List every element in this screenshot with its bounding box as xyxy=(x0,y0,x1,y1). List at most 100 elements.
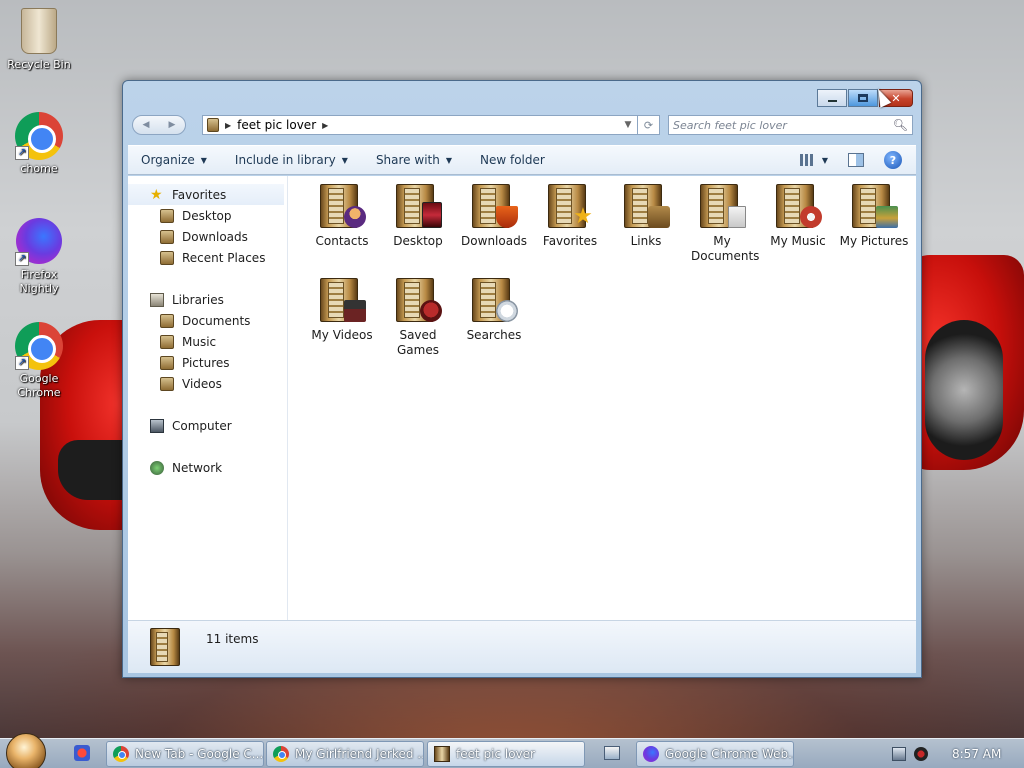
refresh-button[interactable]: ⟳ xyxy=(638,115,660,135)
folder-label: Favorites xyxy=(542,234,598,248)
item-count: 11 items xyxy=(206,632,259,646)
chevron-down-icon[interactable]: ▼ xyxy=(822,156,828,165)
folder-label: Links xyxy=(630,234,662,248)
nav-item-videos[interactable]: Videos xyxy=(128,373,287,394)
nav-item-documents[interactable]: Documents xyxy=(128,310,287,331)
folder-label: Searches xyxy=(466,328,522,342)
folder-item-my-videos[interactable]: My Videos xyxy=(304,276,380,358)
search-box[interactable]: 🔍︎ xyxy=(668,115,913,135)
include-in-library-menu[interactable]: Include in library ▼ xyxy=(235,153,348,167)
back-forward-buttons[interactable]: ◀ ▶ xyxy=(132,115,186,135)
nav-item-music[interactable]: Music xyxy=(128,331,287,352)
search-input[interactable] xyxy=(673,118,893,132)
new-folder-label: New folder xyxy=(480,153,545,167)
folder-item-downloads[interactable]: Downloads xyxy=(456,182,532,264)
forward-arrow-icon[interactable]: ▶ xyxy=(169,120,176,130)
taskbar-button-chrome-tab[interactable]: My Girlfriend Jerked ... xyxy=(266,741,424,767)
new-folder-button[interactable]: New folder xyxy=(480,153,545,167)
organize-label: Organize xyxy=(141,153,195,167)
nav-item-desktop[interactable]: Desktop xyxy=(128,205,287,226)
libraries-icon xyxy=(150,292,164,307)
taskbar: New Tab - Google C... My Girlfriend Jerk… xyxy=(0,733,1024,768)
folder-item-my-documents[interactable]: My Documents xyxy=(684,182,760,264)
clock[interactable]: 8:57 AM xyxy=(952,747,1001,761)
close-icon: ✕ xyxy=(891,91,901,105)
nav-item-recent-places[interactable]: Recent Places xyxy=(128,247,287,268)
folder-item-saved-games[interactable]: Saved Games xyxy=(380,276,456,358)
folder-item-searches[interactable]: Searches xyxy=(456,276,532,358)
nav-item-pictures[interactable]: Pictures xyxy=(128,352,287,373)
recorder-tray-icon[interactable] xyxy=(914,747,928,761)
network-tray-icon[interactable] xyxy=(892,747,906,761)
folder-item-contacts[interactable]: Contacts xyxy=(304,182,380,264)
desktop-icon-label: Firefox Nightly xyxy=(19,268,59,295)
refresh-icon: ⟳ xyxy=(643,118,654,132)
nav-item-computer[interactable]: Computer xyxy=(128,415,287,436)
contacts-folder-icon xyxy=(318,182,366,230)
start-button[interactable] xyxy=(6,733,46,768)
organize-menu[interactable]: Organize ▼ xyxy=(141,153,207,167)
desktop-icon-firefox-nightly[interactable]: ↗ Firefox Nightly xyxy=(1,218,77,296)
folder-item-links[interactable]: Links xyxy=(608,182,684,264)
view-controls: ▼ ? xyxy=(799,151,916,169)
desktop-icon-recycle-bin[interactable]: Recycle Bin xyxy=(1,8,77,72)
nav-label: Favorites xyxy=(172,187,227,202)
music-icon xyxy=(160,334,174,349)
address-bar[interactable]: ▶ feet pic lover ▶ ▼ xyxy=(202,115,638,135)
nav-label: Computer xyxy=(172,418,232,433)
folder-item-my-pictures[interactable]: My Pictures xyxy=(836,182,912,264)
documents-icon xyxy=(160,313,174,328)
chevron-down-icon: ▼ xyxy=(445,155,452,165)
folder-icon xyxy=(434,746,450,762)
chrome-icon xyxy=(113,746,129,762)
desktop-icon xyxy=(160,208,174,223)
maximize-icon xyxy=(858,94,868,102)
folder-icon xyxy=(148,626,182,668)
media-player-icon[interactable] xyxy=(604,746,620,760)
nav-item-network[interactable]: Network xyxy=(128,457,287,478)
address-dropdown-icon[interactable]: ▼ xyxy=(619,120,637,130)
details-pane: 11 items xyxy=(128,620,916,673)
desktop-icon-chome[interactable]: ↗ chome xyxy=(1,112,77,176)
breadcrumb-current[interactable]: feet pic lover xyxy=(237,118,316,132)
share-with-label: Share with xyxy=(375,153,440,167)
share-with-menu[interactable]: Share with ▼ xyxy=(376,153,452,167)
preview-pane-icon[interactable] xyxy=(848,153,864,167)
system-tray: 8:57 AM xyxy=(884,739,1024,768)
navigation-row: ◀ ▶ ▶ feet pic lover ▶ ▼ ⟳ 🔍︎ xyxy=(132,115,913,137)
taskbar-button-explorer[interactable]: feet pic lover xyxy=(427,741,585,767)
nav-label: Pictures xyxy=(182,355,230,370)
taskbar-button-new-tab[interactable]: New Tab - Google C... xyxy=(106,741,264,767)
nav-label: Libraries xyxy=(172,292,224,307)
nav-item-libraries[interactable]: Libraries xyxy=(128,289,287,310)
shortcut-arrow-icon: ↗ xyxy=(15,252,29,266)
folder-item-my-music[interactable]: My Music xyxy=(760,182,836,264)
back-arrow-icon[interactable]: ◀ xyxy=(143,120,150,130)
folder-label: Saved Games xyxy=(397,328,439,357)
file-list: Contacts Desktop Downloads ★ Favorites L… xyxy=(288,176,916,620)
breadcrumb-arrow-icon[interactable]: ▶ xyxy=(322,121,328,130)
nav-item-downloads[interactable]: Downloads xyxy=(128,226,287,247)
magnifier-icon[interactable]: 🔍︎ xyxy=(893,118,908,132)
nav-label: Downloads xyxy=(182,229,248,244)
taskbar-button-label: My Girlfriend Jerked ... xyxy=(295,747,424,761)
folder-item-desktop[interactable]: Desktop xyxy=(380,182,456,264)
nav-item-favorites[interactable]: ★ Favorites xyxy=(128,184,284,205)
folder-item-favorites[interactable]: ★ Favorites xyxy=(532,182,608,264)
help-icon[interactable]: ? xyxy=(884,151,902,169)
desktop-icon-google-chrome[interactable]: ↗ Google Chrome xyxy=(1,322,77,400)
breadcrumb-arrow-icon[interactable]: ▶ xyxy=(225,121,231,130)
change-view-icon[interactable] xyxy=(799,154,814,166)
quick-launch-icon[interactable] xyxy=(74,745,90,761)
folder-label: Contacts xyxy=(315,234,369,248)
chrome-icon xyxy=(273,746,289,762)
folder-label: Desktop xyxy=(393,234,443,248)
minimize-icon xyxy=(827,99,837,102)
videos-icon xyxy=(160,376,174,391)
videos-folder-icon xyxy=(318,276,366,324)
music-folder-icon xyxy=(774,182,822,230)
taskbar-button-chrome-web[interactable]: Google Chrome Web... xyxy=(636,741,794,767)
minimize-button[interactable] xyxy=(817,89,847,107)
firefox-icon xyxy=(643,746,659,762)
